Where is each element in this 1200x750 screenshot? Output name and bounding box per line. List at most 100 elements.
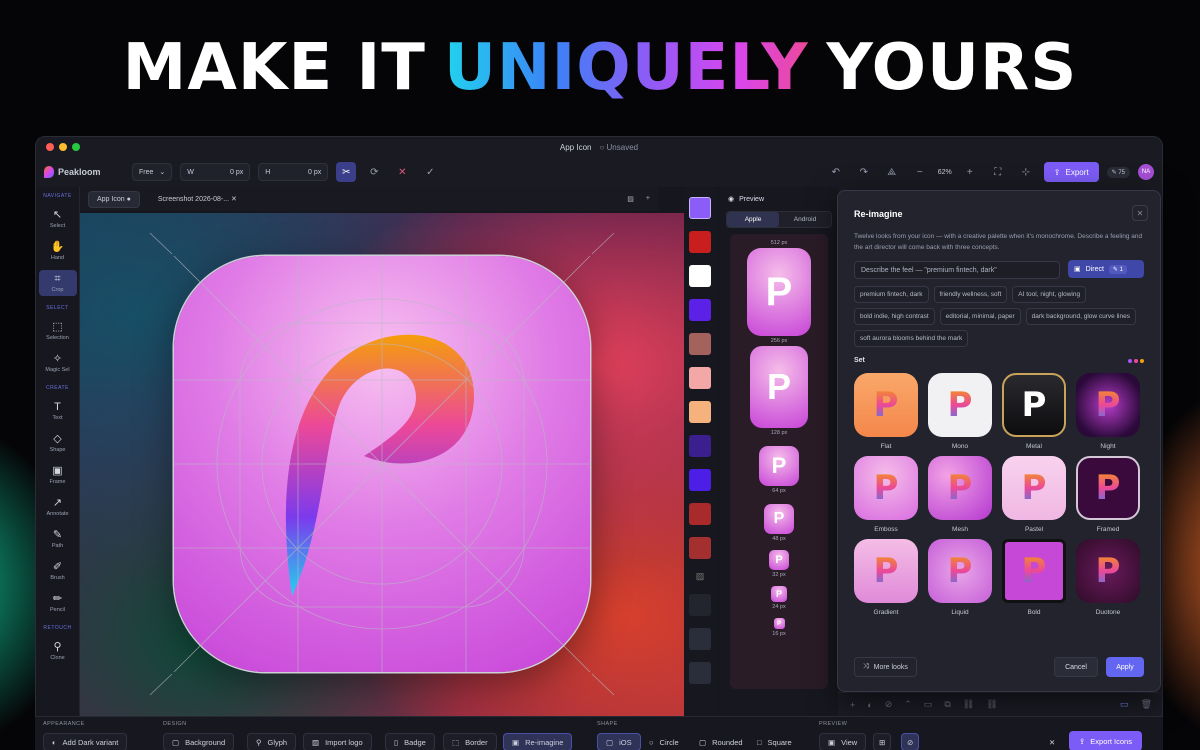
chip[interactable]: AI tool, night, glowing (1012, 286, 1087, 303)
swatch-empty-2[interactable] (689, 628, 711, 650)
look-night[interactable]: P Night (1076, 373, 1140, 450)
trash-icon[interactable]: 🗑 (1141, 699, 1152, 710)
close-window-button[interactable] (46, 143, 54, 151)
swatch-7[interactable] (689, 435, 711, 457)
look-pastel[interactable]: P Pastel (1002, 456, 1066, 533)
look-mesh[interactable]: P Mesh (928, 456, 992, 533)
close-tab-icon[interactable]: ✕ (231, 196, 237, 203)
unlink-icon[interactable]: ⛓ (986, 699, 997, 710)
export-icons-button[interactable]: ⇪ Export Icons (1069, 731, 1142, 750)
tool-pencil[interactable]: ✏ Pencil (39, 590, 77, 616)
apply-button[interactable]: Apply (1106, 657, 1144, 677)
refresh-icon[interactable]: ⟳ (364, 162, 384, 182)
close-bottom-icon[interactable]: ✕ (1041, 733, 1063, 750)
look-bold[interactable]: P Bold (1002, 539, 1066, 616)
maximize-window-button[interactable] (72, 143, 80, 151)
tool-selection[interactable]: ⬚ Selection (39, 318, 77, 344)
look-liquid[interactable]: P Liquid (928, 539, 992, 616)
tab-app-icon[interactable]: App Icon ● (88, 190, 140, 208)
export-button[interactable]: ⇪ Export (1043, 162, 1099, 182)
tool-text[interactable]: T Text (39, 398, 77, 424)
grid-toggle-icon[interactable]: ⊞ (873, 733, 892, 750)
background-button[interactable]: ▢ Background (163, 733, 235, 750)
swatch-4[interactable] (689, 333, 711, 355)
feel-input[interactable]: Describe the feel — "premium fintech, da… (854, 261, 1060, 279)
tool-brush[interactable]: ✐ Brush (39, 558, 77, 584)
seg-apple[interactable]: Apple (727, 212, 779, 227)
swatch-0[interactable] (689, 197, 711, 219)
border-button[interactable]: ⬚ Border (443, 733, 497, 750)
disable-icon[interactable]: ⊘ (885, 699, 893, 710)
tool-clone[interactable]: ⚲ Clone (39, 638, 77, 664)
shape-circle-button[interactable]: ○ Circle (641, 733, 687, 750)
swatch-9[interactable] (689, 503, 711, 525)
chip[interactable]: bold indie, high contrast (854, 308, 935, 325)
chip[interactable]: soft aurora blooms behind the mark (854, 330, 969, 347)
import-logo-button[interactable]: ▨ Import logo (303, 733, 372, 750)
minimize-window-button[interactable] (59, 143, 67, 151)
shape-ios-button[interactable]: ▢ iOS (597, 733, 641, 750)
link-icon[interactable]: ⛓ (963, 699, 974, 710)
swatch-6[interactable] (689, 401, 711, 423)
chip[interactable]: premium fintech, dark (854, 286, 929, 303)
chip[interactable]: dark background, glow curve lines (1025, 308, 1136, 325)
swatch-3[interactable] (689, 299, 711, 321)
tool-path[interactable]: ✎ Path (39, 526, 77, 552)
image-icon[interactable]: ▨ (627, 195, 634, 203)
chip[interactable]: editorial, minimal, paper (939, 308, 1021, 325)
look-mono[interactable]: P Mono (928, 373, 992, 450)
copy-icon[interactable]: ⧉ (944, 699, 950, 710)
look-emboss[interactable]: P Emboss (854, 456, 918, 533)
tool-hand[interactable]: ✋ Hand (39, 238, 77, 264)
tool-annotate[interactable]: ↗ Annotate (39, 494, 77, 520)
view-button[interactable]: ▣ View (819, 733, 867, 750)
undo-icon[interactable]: ↶ (826, 162, 846, 182)
fill-icon[interactable]: ◐ (867, 700, 872, 710)
scissors-icon[interactable]: ✂ (336, 162, 357, 182)
swatch-1[interactable] (689, 231, 711, 253)
swatch-2[interactable] (689, 265, 711, 287)
avatar[interactable]: NA (1138, 164, 1154, 180)
chevron-up-icon[interactable]: ⌃ (904, 699, 912, 710)
confirm-icon[interactable]: ✓ (420, 162, 440, 182)
mode-dropdown[interactable]: Free ⌄ (132, 163, 173, 181)
swatch-8[interactable] (689, 469, 711, 491)
tab-screenshot[interactable]: Screenshot 2026-08-... ✕ (150, 191, 245, 207)
fit-screen-icon[interactable]: ⛶ (988, 162, 1008, 182)
tool-frame[interactable]: ▣ Frame (39, 462, 77, 488)
zoom-out-icon[interactable]: − (910, 162, 930, 182)
badge-button[interactable]: ▯ Badge (385, 733, 435, 750)
direct-button[interactable]: ▣ Direct ✎ 1 (1068, 260, 1144, 278)
swatch-empty-3[interactable] (689, 662, 711, 684)
height-field[interactable]: H 0 px (258, 163, 329, 181)
seg-android[interactable]: Android (779, 212, 831, 227)
add-dark-variant-button[interactable]: ◐ Add Dark variant (43, 733, 128, 750)
actual-size-icon[interactable]: ⊹ (1016, 162, 1036, 182)
look-duotone[interactable]: P Duotone (1076, 539, 1140, 616)
swatch-10[interactable] (689, 537, 711, 559)
globe-toggle-icon[interactable]: ⊘ (901, 733, 920, 750)
more-looks-button[interactable]: ⤨ More looks (854, 657, 917, 677)
look-metal[interactable]: P Metal (1002, 373, 1066, 450)
pen-tool-icon[interactable]: ⟁ (882, 162, 902, 182)
swatch-empty-1[interactable] (689, 594, 711, 616)
width-field[interactable]: W 0 px (180, 163, 251, 181)
chip[interactable]: friendly wellness, soft (933, 286, 1008, 303)
look-flat[interactable]: P Flat (854, 373, 918, 450)
add-image-swatch-icon[interactable]: ▨ (696, 571, 705, 582)
add-tab-icon[interactable]: + (646, 195, 650, 203)
swatch-5[interactable] (689, 367, 711, 389)
add-layer-icon[interactable]: + (850, 700, 855, 710)
redo-icon[interactable]: ↷ (854, 162, 874, 182)
tool-magic-sel[interactable]: ✧ Magic Sel (39, 350, 77, 376)
tool-select[interactable]: ↖ Select (39, 206, 77, 232)
tool-shape[interactable]: ◇ Shape (39, 430, 77, 456)
look-framed[interactable]: P Framed (1076, 456, 1140, 533)
open-folder-icon[interactable]: ▭ (1120, 699, 1129, 710)
tool-crop[interactable]: ⌗ Crop (38, 270, 77, 296)
close-icon[interactable]: ✕ (1132, 205, 1148, 221)
shape-rounded-button[interactable]: ▢ Rounded (691, 733, 751, 750)
folder-icon[interactable]: ▭ (924, 699, 933, 710)
glyph-button[interactable]: ⚲ Glyph (247, 733, 297, 750)
cancel-icon[interactable]: ✕ (392, 162, 412, 182)
